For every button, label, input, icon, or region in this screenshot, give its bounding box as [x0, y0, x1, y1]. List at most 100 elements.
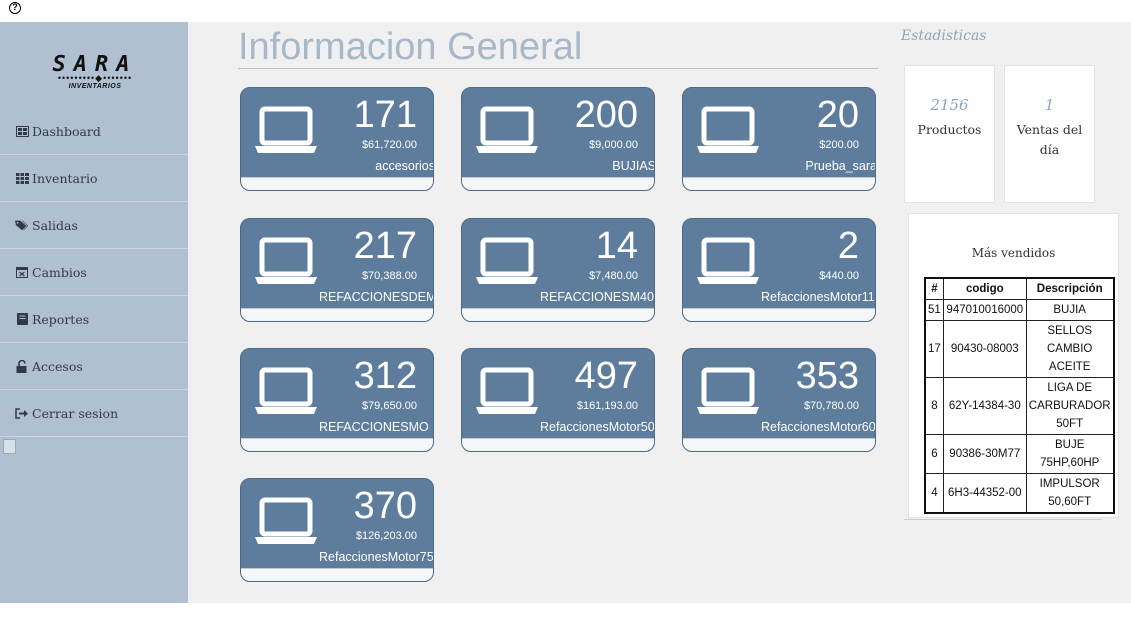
- sidebar-item-salidas[interactable]: Salidas: [0, 202, 188, 249]
- title-divider: [238, 68, 878, 69]
- table-row: 8 62Y-14384-30 LIGA DE CARBURADOR 50FT: [924, 377, 1115, 435]
- table-row: 4 6H3-44352-00 IMPULSOR 50,60FT: [924, 473, 1115, 514]
- table-row: 6 90386-30M77 BUJE 75HP,60HP: [924, 434, 1115, 474]
- category-card[interactable]: 312 $79,650.00 REFACCIONESMO: [240, 348, 434, 452]
- card-footer: [241, 568, 433, 581]
- laptop-icon: [697, 367, 759, 414]
- card-count: 2: [837, 225, 859, 267]
- sidebar-item-cambios[interactable]: Cambios: [0, 249, 188, 296]
- card-category-name: BUJIAS: [612, 159, 655, 173]
- card-category-name: REFACCIONESMO: [319, 420, 429, 434]
- help-icon[interactable]: ?: [9, 2, 21, 14]
- card-amount: $70,780.00: [803, 400, 859, 412]
- unlock-icon: [15, 359, 29, 373]
- row-rank: 4: [924, 473, 944, 514]
- card-category-name: REFACCIONESDEM: [319, 290, 434, 304]
- logout-icon: [15, 407, 29, 419]
- category-card[interactable]: 217 $70,388.00 REFACCIONESDEM: [240, 218, 434, 322]
- table-header-row: # codigo Descripción: [924, 277, 1115, 300]
- row-descripcion: BUJE 75HP,60HP: [1025, 434, 1115, 474]
- card-count: 20: [816, 94, 859, 136]
- card-amount: $70,388.00: [361, 270, 417, 282]
- laptop-icon: [697, 237, 759, 284]
- category-card[interactable]: 370 $126,203.00 RefaccionesMotor75H: [240, 478, 434, 582]
- row-rank: 8: [924, 377, 944, 435]
- category-card[interactable]: 2 $440.00 RefaccionesMotor115: [682, 218, 876, 322]
- row-codigo: 62Y-14384-30: [942, 377, 1027, 435]
- card-count: 217: [353, 225, 417, 267]
- category-card[interactable]: 200 $9,000.00 BUJIAS: [461, 87, 655, 191]
- logo-subtitle: INVENTARIOS: [68, 83, 122, 90]
- stat-productos: 2156 Productos: [904, 65, 995, 203]
- card-amount: $440.00: [819, 270, 859, 282]
- table-row: 51 947010016000 BUJIA: [924, 299, 1115, 321]
- sidebar-item-accesos[interactable]: Accesos: [0, 343, 188, 390]
- page-title: Informacion General: [238, 26, 583, 68]
- row-codigo: 6H3-44352-00: [942, 473, 1027, 514]
- top-sellers-table: # codigo Descripción 51 947010016000 BUJIA…: [924, 277, 1115, 514]
- laptop-icon: [476, 106, 538, 153]
- card-footer: [462, 308, 654, 321]
- sidebar-item-cerrar-sesion[interactable]: Cerrar sesion: [0, 390, 188, 437]
- card-category-name: REFACCIONESM40: [540, 290, 654, 304]
- category-card[interactable]: 171 $61,720.00 accesorios: [240, 87, 434, 191]
- sidebar-item-inventario[interactable]: Inventario: [0, 155, 188, 202]
- sidebar-item-label: Dashboard: [32, 123, 101, 139]
- card-category-name: RefaccionesMotor60I: [761, 420, 876, 434]
- column-header: codigo: [942, 277, 1027, 300]
- laptop-icon: [476, 237, 538, 284]
- tags-icon: [15, 219, 29, 231]
- card-amount: $9,000.00: [589, 139, 638, 151]
- stat-ventas-value: 1: [1044, 96, 1055, 114]
- row-descripcion: BUJIA: [1025, 299, 1115, 321]
- logo-dots: •••••••••◆•••••••: [57, 73, 133, 83]
- sidebar-nav: Dashboard Inventario Salidas Cambios Rep…: [0, 108, 188, 437]
- table-row: 17 90430-08003 SELLOS CAMBIO ACEITE: [924, 320, 1115, 378]
- card-amount: $79,650.00: [361, 400, 417, 412]
- grid-icon: [15, 172, 29, 184]
- laptop-icon: [255, 237, 317, 284]
- card-amount: $200.00: [819, 139, 859, 151]
- row-codigo: 90386-30M77: [942, 434, 1027, 474]
- category-card[interactable]: 353 $70,780.00 RefaccionesMotor60I: [682, 348, 876, 452]
- card-amount: $161,193.00: [576, 400, 638, 412]
- card-footer: [462, 438, 654, 451]
- card-count: 200: [574, 94, 638, 136]
- stats-divider: [904, 519, 1102, 520]
- card-count: 171: [353, 94, 417, 136]
- card-count: 312: [353, 355, 417, 397]
- column-header: Descripción: [1025, 277, 1115, 300]
- category-card[interactable]: 497 $161,193.00 RefaccionesMotor50: [461, 348, 655, 452]
- category-card[interactable]: 14 $7,480.00 REFACCIONESM40: [461, 218, 655, 322]
- row-descripcion: IMPULSOR 50,60FT: [1025, 473, 1115, 514]
- column-header: #: [924, 277, 944, 300]
- row-codigo: 947010016000: [942, 299, 1027, 321]
- stat-productos-label: Productos: [917, 122, 982, 137]
- laptop-icon: [697, 106, 759, 153]
- laptop-icon: [476, 367, 538, 414]
- collapse-toggle-icon[interactable]: [3, 439, 16, 454]
- top-sellers-title: Más vendidos: [971, 246, 1056, 260]
- sidebar-item-label: Reportes: [32, 311, 90, 327]
- card-footer: [683, 438, 875, 451]
- sidebar-item-label: Cambios: [32, 264, 87, 280]
- row-rank: 17: [924, 320, 944, 378]
- card-amount: $7,480.00: [589, 270, 638, 282]
- card-footer: [683, 177, 875, 190]
- card-amount: $126,203.00: [355, 530, 417, 542]
- card-count: 353: [795, 355, 859, 397]
- sidebar-item-reportes[interactable]: Reportes: [0, 296, 188, 343]
- sidebar-item-label: Cerrar sesion: [32, 405, 119, 421]
- card-footer: [241, 177, 433, 190]
- row-descripcion: LIGA DE CARBURADOR 50FT: [1025, 377, 1115, 435]
- card-footer: [241, 308, 433, 321]
- sidebar-item-dashboard[interactable]: Dashboard: [0, 108, 188, 155]
- sidebar-item-label: Inventario: [32, 170, 98, 186]
- stat-ventas: 1 Ventas del día: [1004, 65, 1095, 203]
- top-sellers-panel: Más vendidos # codigo Descripción 51 9470…: [908, 213, 1119, 518]
- stats-title: Estadisticas: [901, 28, 987, 44]
- category-card[interactable]: 20 $200.00 Prueba_sara: [682, 87, 876, 191]
- row-rank: 51: [924, 299, 944, 321]
- card-amount: $61,720.00: [361, 139, 417, 151]
- dashboard-icon: [15, 125, 29, 137]
